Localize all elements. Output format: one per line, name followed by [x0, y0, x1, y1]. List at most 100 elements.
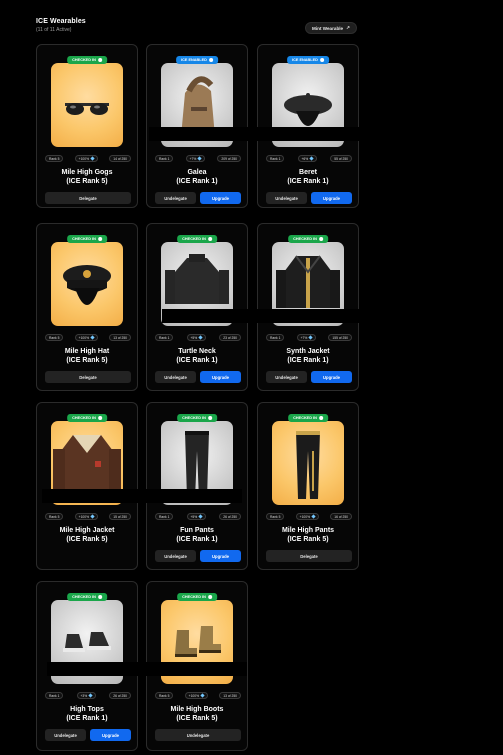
- wearable-rank: (ICE Rank 5): [66, 536, 108, 543]
- stat-pill: 209 of 250: [217, 155, 241, 162]
- status-badge-label: CHECKED IN: [293, 237, 317, 241]
- stat-pill: Rank 1: [45, 692, 64, 699]
- stat-pill: 15 of 250: [109, 513, 131, 520]
- redaction-bar: [42, 489, 242, 503]
- status-badge-label: CHECKED IN: [293, 416, 317, 420]
- wearable-name: Mile High Pants: [281, 527, 335, 534]
- redaction-bar: [47, 662, 247, 676]
- wearable-name: Turtle Neck: [178, 348, 216, 355]
- stat-pills: Rank 1 +6% 55 of 250: [266, 155, 352, 162]
- upgrade-button[interactable]: Upgrade: [311, 371, 352, 383]
- stat-pill: +100%: [74, 334, 99, 341]
- delegate-button[interactable]: Delegate: [45, 192, 131, 204]
- stat-pill: 13 of 250: [109, 334, 131, 341]
- stat-pills: Rank 5 +100% 13 of 250: [155, 692, 241, 699]
- stat-pill: Rank 1: [155, 513, 174, 520]
- stat-pills: Rank 1 +7% 155 of 250: [266, 334, 352, 341]
- stat-pills: Rank 1 +7% 209 of 250: [155, 155, 241, 162]
- pilot-hat-icon: [63, 265, 111, 305]
- wearable-name: Mile High Jacket: [59, 527, 115, 534]
- card-actions: Undelegate Upgrade: [155, 371, 241, 383]
- stat-pill: Rank 5: [45, 334, 64, 341]
- status-badge-label: CHECKED IN: [72, 237, 96, 241]
- undelegate-button[interactable]: Undelegate: [155, 371, 196, 383]
- stat-pills: Rank 1 +5% 23 of 250: [155, 334, 241, 341]
- undelegate-button[interactable]: Undelegate: [266, 192, 307, 204]
- ice-gem-icon: [197, 156, 202, 161]
- stat-pills: Rank 5 +100% 14 of 250: [45, 155, 131, 162]
- wearable-rank: (ICE Rank 5): [66, 178, 108, 185]
- pilot-pants-icon: [296, 431, 320, 499]
- status-badge: ICE ENABLED: [287, 56, 329, 64]
- wearable-rank: (ICE Rank 1): [287, 178, 329, 185]
- card-actions: Delegate: [266, 550, 352, 562]
- stat-pill: 155 of 250: [328, 334, 352, 341]
- status-badge: ICE ENABLED: [176, 56, 218, 64]
- stat-pills: Rank 1 +3% 26 of 250: [45, 692, 131, 699]
- ice-gem-icon: [90, 156, 95, 161]
- status-badge-label: CHECKED IN: [72, 416, 96, 420]
- status-badge-label: CHECKED IN: [182, 416, 206, 420]
- mint-wearable-button[interactable]: Mint Wearable ↗: [305, 22, 357, 34]
- status-badge: CHECKED IN: [67, 593, 107, 601]
- stat-pill: +6%: [297, 155, 318, 162]
- redaction-bar: [149, 127, 359, 141]
- wearable-image: [272, 421, 344, 505]
- card-actions: Undelegate Upgrade: [45, 729, 131, 741]
- status-badge: CHECKED IN: [177, 414, 217, 422]
- wearable-card: CHECKED IN Rank 5 +100% 15 of 250 Mile High…: [36, 402, 242, 570]
- stat-pill: +3%: [76, 692, 97, 699]
- upgrade-button[interactable]: Upgrade: [200, 371, 241, 383]
- ice-gem-icon: [200, 693, 205, 698]
- status-dot-icon: [318, 237, 323, 241]
- wearable-name: Mile High Boots: [170, 706, 224, 713]
- stat-pill: +100%: [74, 513, 99, 520]
- upgrade-button[interactable]: Upgrade: [200, 192, 241, 204]
- stat-pill: Rank 5: [45, 513, 64, 520]
- stat-pill: 16 of 250: [330, 513, 352, 520]
- card-actions: Delegate: [45, 192, 131, 204]
- wearable-name: High Tops: [70, 706, 104, 713]
- wearable-image: [51, 63, 123, 147]
- undelegate-button[interactable]: Undelegate: [266, 371, 307, 383]
- stat-pill: +100%: [184, 692, 209, 699]
- wearable-rank: (ICE Rank 1): [66, 715, 108, 722]
- stat-pill: +100%: [295, 513, 320, 520]
- stat-pill: Rank 5: [45, 155, 64, 162]
- status-badge: CHECKED IN: [288, 414, 328, 422]
- status-badge-label: ICE ENABLED: [181, 58, 207, 62]
- upgrade-button[interactable]: Upgrade: [200, 550, 241, 562]
- wearable-card: CHECKED IN Rank 5 +100% 14 of 250 Mile High…: [36, 44, 138, 208]
- status-dot-icon: [207, 237, 212, 241]
- wearable-rank: (ICE Rank 5): [66, 357, 108, 364]
- active-count: (11 of 11 Active): [36, 27, 72, 33]
- undelegate-button[interactable]: Undelegate: [155, 729, 241, 741]
- upgrade-button[interactable]: Upgrade: [90, 729, 131, 741]
- status-dot-icon: [207, 416, 212, 420]
- mint-wearable-label: Mint Wearable: [312, 25, 344, 31]
- undelegate-button[interactable]: Undelegate: [45, 729, 86, 741]
- status-badge: CHECKED IN: [67, 235, 107, 243]
- stat-pill: +7%: [296, 334, 317, 341]
- undelegate-button[interactable]: Undelegate: [155, 192, 196, 204]
- wearable-name: Synth Jacket: [286, 348, 330, 355]
- wearable-image: [51, 242, 123, 326]
- wearable-name: Mile High Gogs: [61, 169, 113, 176]
- delegate-button[interactable]: Delegate: [45, 371, 131, 383]
- undelegate-button[interactable]: Undelegate: [155, 550, 196, 562]
- wearable-name: Mile High Hat: [64, 348, 110, 355]
- stat-pill: 14 of 250: [109, 155, 131, 162]
- card-actions: Undelegate Upgrade: [155, 192, 241, 204]
- stat-pill: +5%: [186, 334, 207, 341]
- card-actions: Delegate: [45, 371, 131, 383]
- page-title: ICE Wearables: [36, 18, 86, 25]
- ice-gem-icon: [309, 156, 314, 161]
- status-dot-icon: [97, 595, 102, 599]
- wearable-card: CHECKED IN Rank 1 +5% 23 of 250 Turtle Neck…: [146, 223, 362, 391]
- stat-pill: +100%: [74, 155, 99, 162]
- external-link-icon: ↗: [346, 25, 350, 30]
- upgrade-button[interactable]: Upgrade: [311, 192, 352, 204]
- wearable-card: CHECKED IN Rank 1 +7% 155 of 250 Synth Jack…: [257, 223, 359, 391]
- redaction-bar: [162, 309, 362, 323]
- delegate-button[interactable]: Delegate: [266, 550, 352, 562]
